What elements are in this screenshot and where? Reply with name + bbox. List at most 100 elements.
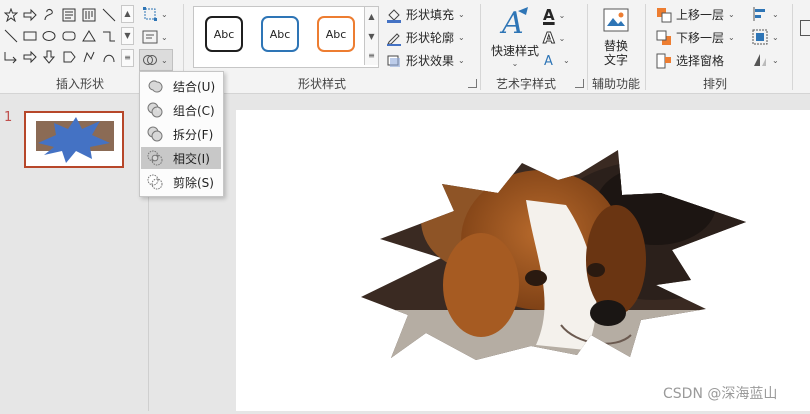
group-label-wordart-styles: 艺术字样式 <box>495 77 556 91</box>
text-fill-button[interactable]: A ⌄ <box>543 6 565 24</box>
union-icon <box>148 80 163 93</box>
shape-effects-icon <box>387 55 400 67</box>
bring-forward-button[interactable]: 上移一层 ⌄ <box>656 6 735 23</box>
svg-text:A: A <box>544 54 553 68</box>
send-backward-label: 下移一层 <box>676 31 725 45</box>
oval-shape-icon[interactable] <box>40 27 58 45</box>
thumbnail-starburst-shape <box>36 117 114 163</box>
wordart-icon: A <box>499 6 528 41</box>
menu-item-label: 结合(U) <box>173 79 216 94</box>
arrow-right-shape-icon[interactable] <box>21 6 39 24</box>
slide-thumbnail[interactable] <box>24 111 124 168</box>
rotate-icon <box>754 54 766 66</box>
pencil-icon <box>387 32 401 46</box>
separator <box>792 4 793 90</box>
style-gallery-down[interactable]: ▼ <box>364 27 378 47</box>
alt-text-label-2: 文字 <box>603 53 628 67</box>
chevron-down-icon: ⌄ <box>161 55 168 65</box>
paint-bucket-icon <box>387 8 401 23</box>
subtract-icon <box>147 174 163 190</box>
chevron-down-icon: ⌄ <box>772 55 779 65</box>
ribbon: ▲ ▼ ≡ ⌄ ⌄ ⌄ 插入形状 Abc Abc Abc ▲ ▼ ≡ 形状填充 … <box>0 0 810 94</box>
wordart-launcher-icon[interactable] <box>575 79 584 88</box>
text-effects-icon: A <box>544 54 553 68</box>
gallery-scroll-up[interactable]: ▲ <box>121 5 134 23</box>
chevron-down-icon: ⌄ <box>458 10 465 19</box>
group-label-shape-styles: 形状样式 <box>297 77 346 91</box>
shape-effects-button[interactable]: 形状效果 ⌄ <box>386 52 465 69</box>
textbox-icon <box>142 30 158 44</box>
chevron-down-icon: ⌄ <box>772 32 779 42</box>
alt-text-icon <box>603 8 629 32</box>
curve-shape-icon[interactable] <box>40 6 58 24</box>
text-box-button[interactable]: ⌄ <box>142 27 168 47</box>
rounded-rectangle-shape-icon[interactable] <box>60 27 78 45</box>
menu-item-union[interactable]: 结合(U) <box>141 75 221 97</box>
shape-styles-launcher-icon[interactable] <box>468 79 477 88</box>
menu-item-label: 剪除(S) <box>173 175 214 190</box>
style-sample-black[interactable]: Abc <box>205 16 243 52</box>
triangle-shape-icon[interactable] <box>80 27 98 45</box>
shape-outline-button[interactable]: 形状轮廓 ⌄ <box>386 29 465 46</box>
align-icon <box>753 7 765 21</box>
diagonal-line-shape-icon[interactable] <box>2 27 20 45</box>
chevron-down-icon: ⌄ <box>563 55 570 65</box>
chevron-down-icon: ⌄ <box>728 33 735 42</box>
selection-pane-button[interactable]: 选择窗格 <box>656 52 724 69</box>
alt-text-label-1: 替换 <box>603 39 628 53</box>
arc-shape-icon[interactable] <box>100 48 118 66</box>
menu-item-label: 组合(C) <box>173 103 215 118</box>
shape-fill-button[interactable]: 形状填充 ⌄ <box>386 6 465 23</box>
menu-item-subtract[interactable]: 剪除(S) <box>141 171 221 193</box>
chevron-down-icon: ⌄ <box>161 9 168 19</box>
menu-item-intersect[interactable]: 相交(I) <box>141 147 221 169</box>
style-gallery-up[interactable]: ▲ <box>364 7 378 27</box>
pentagon-shape-icon[interactable] <box>60 48 78 66</box>
merge-shapes-button[interactable]: ⌄ <box>139 49 173 71</box>
rotate-button[interactable]: ⌄ <box>752 52 779 68</box>
style-sample-blue[interactable]: Abc <box>261 16 299 52</box>
chevron-down-icon: ⌄ <box>728 10 735 19</box>
send-backward-button[interactable]: 下移一层 ⌄ <box>656 29 735 46</box>
star-shape-icon[interactable] <box>2 6 20 24</box>
text-outline-icon: A <box>543 29 556 48</box>
chevron-down-icon: ⌄ <box>772 9 779 19</box>
down-arrow-shape-icon[interactable] <box>40 48 58 66</box>
send-backward-icon <box>656 30 671 45</box>
gallery-more[interactable]: ≡ <box>121 49 134 67</box>
shape-outline-label: 形状轮廓 <box>406 31 455 45</box>
dog-photo-starburst-shape[interactable] <box>236 110 810 411</box>
rectangle-shape-icon[interactable] <box>21 27 39 45</box>
menu-item-fragment[interactable]: 拆分(F) <box>141 123 221 145</box>
chevron-down-icon: ⌄ <box>558 33 566 43</box>
alt-text-button[interactable]: 替换 文字 <box>598 6 634 67</box>
edit-shape-button[interactable]: ⌄ <box>142 4 168 24</box>
right-arrow-shape-icon[interactable] <box>21 48 39 66</box>
gallery-scroll-down[interactable]: ▼ <box>121 27 134 45</box>
shape-effects-label: 形状效果 <box>406 54 455 68</box>
vertical-textbox-shape-icon[interactable] <box>80 6 98 24</box>
elbow-connector-shape-icon[interactable] <box>100 27 118 45</box>
menu-item-label: 拆分(F) <box>173 127 214 142</box>
menu-item-combine[interactable]: 组合(C) <box>141 99 221 121</box>
text-effects-button[interactable]: A ⌄ <box>543 52 570 68</box>
style-gallery-more[interactable]: ≡ <box>364 46 378 65</box>
textbox-shape-icon[interactable] <box>60 6 78 24</box>
chevron-down-icon: ⌄ <box>458 33 465 42</box>
group-icon <box>752 29 768 45</box>
combine-icon <box>147 102 163 118</box>
group-objects-button[interactable]: ⌄ <box>752 29 779 45</box>
freeform-shape-icon[interactable] <box>80 48 98 66</box>
edit-shape-icon <box>143 7 157 21</box>
line-shape-icon[interactable] <box>100 6 118 24</box>
align-button[interactable]: ⌄ <box>752 6 779 22</box>
quick-styles-button[interactable]: A 快速样式 ⌄ <box>490 5 540 70</box>
separator <box>480 4 481 90</box>
style-sample-orange[interactable]: Abc <box>317 16 355 52</box>
group-label-accessibility: 辅助功能 <box>591 77 640 91</box>
intersect-icon <box>147 150 163 166</box>
text-outline-button[interactable]: A ⌄ <box>543 29 566 48</box>
slide-canvas[interactable] <box>236 110 810 411</box>
chevron-down-icon: ⌄ <box>458 56 465 65</box>
elbow-arrow-shape-icon[interactable] <box>2 48 20 66</box>
